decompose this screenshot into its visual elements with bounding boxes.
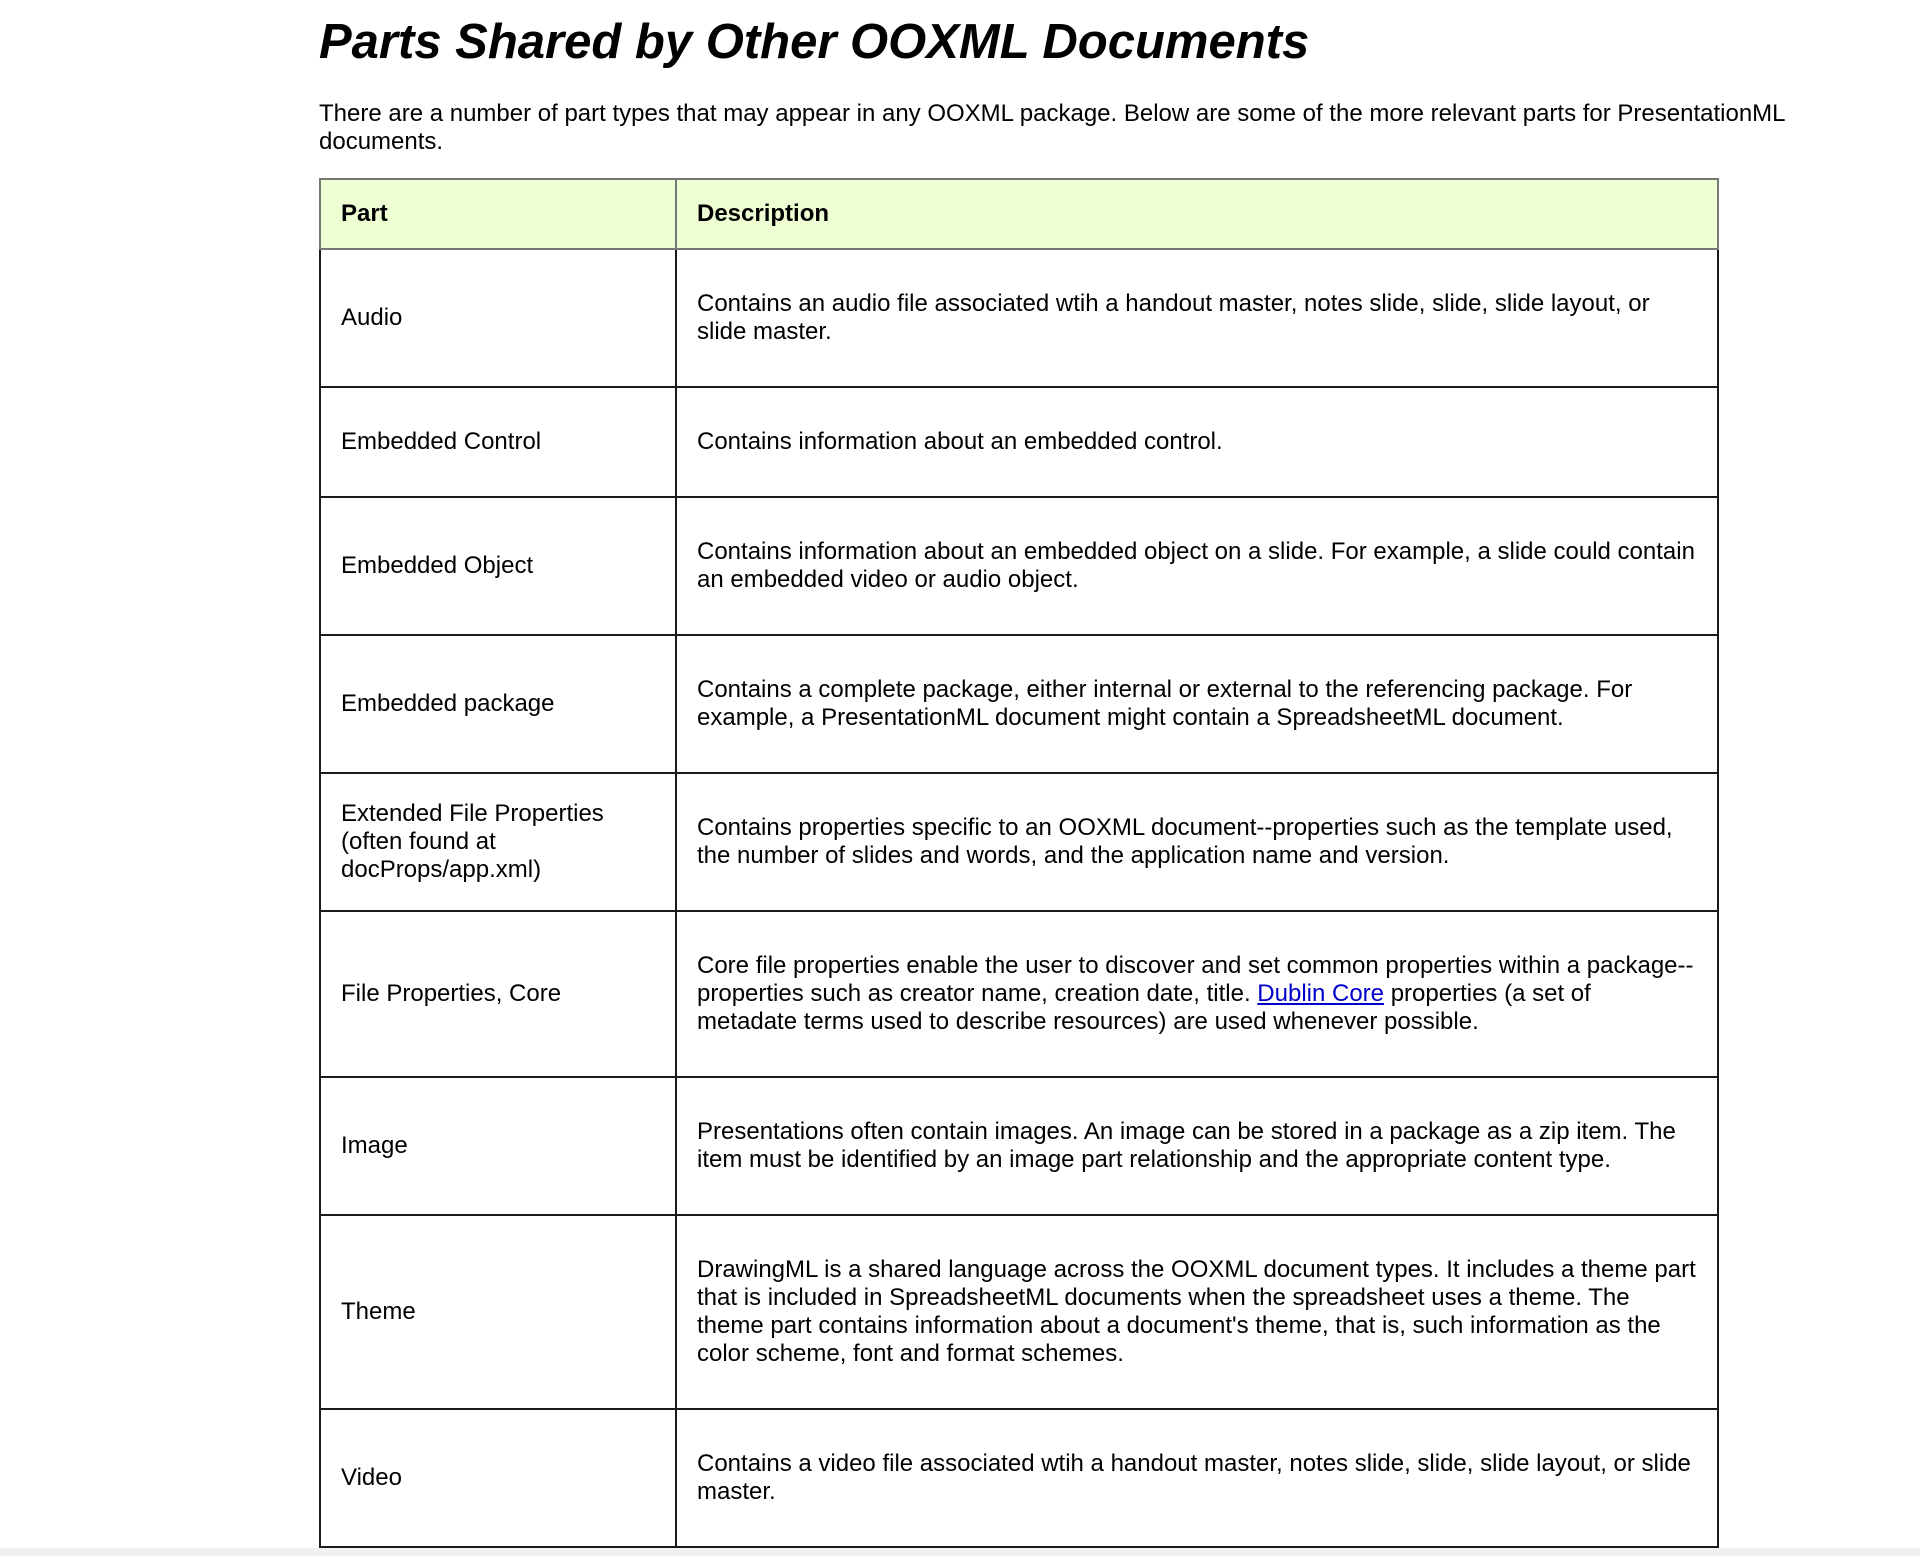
table-row: Embedded Object Contains information abo… xyxy=(319,496,1719,636)
description-cell: Contains information about an embedded o… xyxy=(675,496,1719,636)
description-cell: Presentations often contain images. An i… xyxy=(675,1076,1719,1216)
description-cell: Contains a video file associated wtih a … xyxy=(675,1408,1719,1548)
dublin-core-link[interactable]: Dublin Core xyxy=(1257,980,1384,1007)
description-cell: Contains properties specific to an OOXML… xyxy=(675,772,1719,912)
page-title: Parts Shared by Other OOXML Documents xyxy=(319,15,1310,69)
table-row: Image Presentations often contain images… xyxy=(319,1076,1719,1216)
table-row: Audio Contains an audio file associated … xyxy=(319,248,1719,388)
part-cell: Embedded Object xyxy=(319,496,677,636)
part-cell: Video xyxy=(319,1408,677,1548)
table-row: Embedded package Contains a complete pac… xyxy=(319,634,1719,774)
horizontal-scrollbar-track[interactable] xyxy=(0,1548,1920,1556)
part-cell: File Properties, Core xyxy=(319,910,677,1078)
table-row: Embedded Control Contains information ab… xyxy=(319,386,1719,498)
description-cell: Contains information about an embedded c… xyxy=(675,386,1719,498)
column-header-description: Description xyxy=(675,178,1719,250)
description-cell: Contains an audio file associated wtih a… xyxy=(675,248,1719,388)
parts-table: Part Description Audio Contains an audio… xyxy=(319,178,1719,1548)
part-cell: Image xyxy=(319,1076,677,1216)
column-header-part: Part xyxy=(319,178,677,250)
table-row: File Properties, Core Core file properti… xyxy=(319,910,1719,1078)
description-cell: Core file properties enable the user to … xyxy=(675,910,1719,1078)
document-page: Parts Shared by Other OOXML Documents Th… xyxy=(319,0,1799,1548)
intro-paragraph: There are a number of part types that ma… xyxy=(319,100,1785,155)
part-cell: Extended File Properties (often found at… xyxy=(319,772,677,912)
description-cell: DrawingML is a shared language across th… xyxy=(675,1214,1719,1410)
part-cell: Embedded package xyxy=(319,634,677,774)
part-cell: Audio xyxy=(319,248,677,388)
table-row: Theme DrawingML is a shared language acr… xyxy=(319,1214,1719,1410)
part-cell: Embedded Control xyxy=(319,386,677,498)
part-cell: Theme xyxy=(319,1214,677,1410)
table-row: Video Contains a video file associated w… xyxy=(319,1408,1719,1548)
description-cell: Contains a complete package, either inte… xyxy=(675,634,1719,774)
table-row: Extended File Properties (often found at… xyxy=(319,772,1719,912)
table-header-row: Part Description xyxy=(319,178,1719,250)
